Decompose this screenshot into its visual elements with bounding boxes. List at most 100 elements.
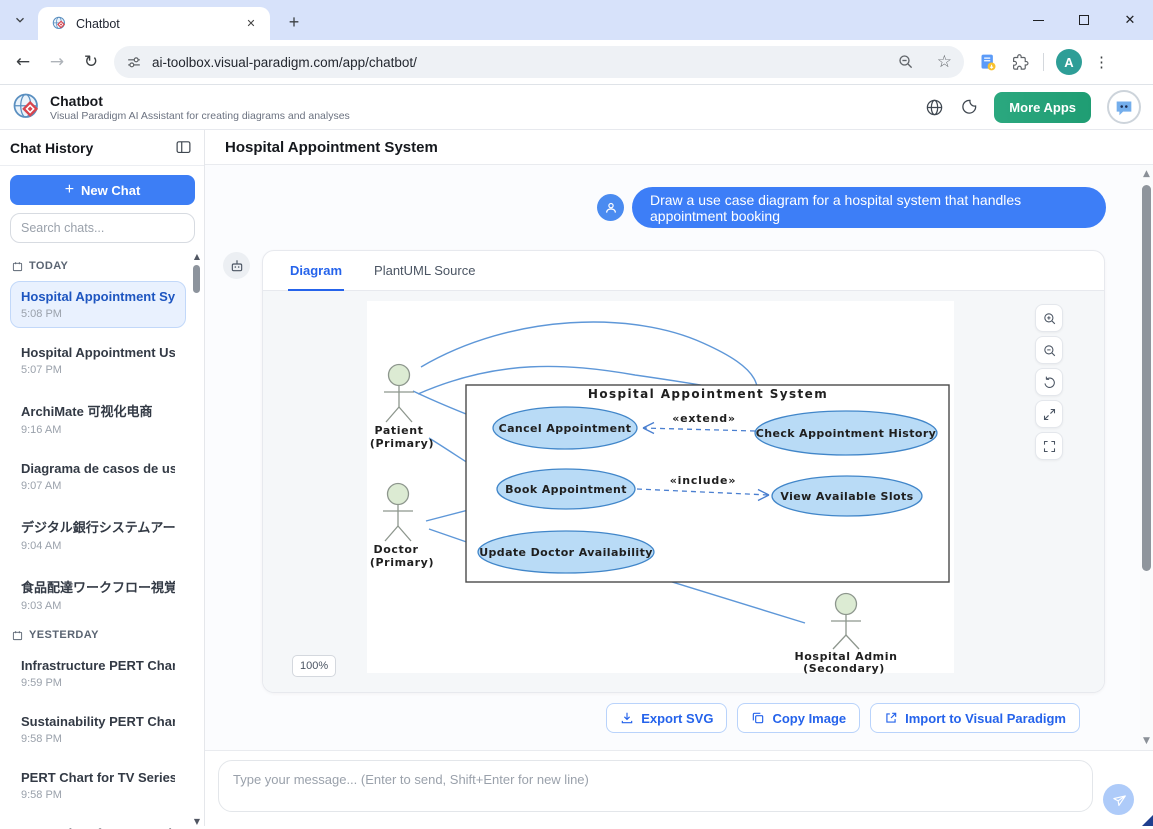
- bot-avatar: [223, 252, 250, 279]
- chat-history-item[interactable]: Hospital Appointment Use C... 5:07 PM: [10, 337, 186, 384]
- copy-icon: [751, 711, 765, 725]
- scroll-down-icon[interactable]: ▼: [192, 817, 202, 826]
- zoom-in-button[interactable]: [1035, 304, 1063, 332]
- import-to-visual-paradigm-button[interactable]: Import to Visual Paradigm: [870, 703, 1080, 733]
- message-input-bar: [205, 750, 1153, 826]
- chat-history-item[interactable]: Infrastructure PERT Chart 9:59 PM: [10, 650, 186, 697]
- section-label-today: TODAY: [12, 260, 186, 272]
- zoom-level-badge[interactable]: 100%: [292, 655, 336, 677]
- browser-toolbar: ← → ↻ ai-toolbox.visual-paradigm.com/app…: [0, 40, 1153, 85]
- include-label: «include»: [670, 474, 736, 487]
- tab-bar: Diagram PlantUML Source: [263, 251, 1104, 291]
- scroll-down-icon[interactable]: ▼: [1140, 736, 1153, 746]
- main-content: Hospital Appointment System Draw a use c…: [205, 130, 1153, 826]
- app-header: Chatbot Visual Paradigm AI Assistant for…: [0, 85, 1153, 130]
- tab-diagram[interactable]: Diagram: [288, 263, 344, 290]
- window-minimize-button[interactable]: [1015, 0, 1061, 40]
- person-icon: [603, 200, 619, 216]
- robot-icon: [229, 258, 245, 274]
- chat-history-item[interactable]: ArchiMate 可视化电商 9:16 AM: [10, 393, 186, 444]
- search-chats-input[interactable]: [10, 213, 195, 243]
- tab-title: Chatbot: [76, 17, 242, 31]
- window-maximize-button[interactable]: [1061, 0, 1107, 40]
- chat-area: Draw a use case diagram for a hospital s…: [205, 165, 1153, 750]
- dark-mode-moon-icon[interactable]: [960, 98, 978, 116]
- reading-list-icon[interactable]: [978, 52, 999, 73]
- chat-history-list: TODAY Hospital Appointment System 5:08 P…: [0, 249, 204, 829]
- export-svg-button[interactable]: Export SVG: [606, 703, 727, 733]
- new-chat-button[interactable]: + New Chat: [10, 175, 195, 205]
- external-link-icon: [884, 711, 898, 725]
- svg-text:View Available Slots: View Available Slots: [780, 490, 913, 503]
- more-apps-button[interactable]: More Apps: [994, 92, 1091, 123]
- send-button[interactable]: [1103, 784, 1134, 815]
- copy-image-button[interactable]: Copy Image: [737, 703, 860, 733]
- section-label-yesterday: YESTERDAY: [12, 629, 186, 641]
- use-case-diagram: Hospital Appointment System Cancel Appoi…: [263, 291, 1105, 691]
- chat-history-item[interactable]: PERT Chart for TV Series 9:58 PM: [10, 762, 186, 809]
- visual-paradigm-logo: [12, 92, 42, 122]
- back-button[interactable]: ←: [6, 52, 40, 72]
- browser-tabstrip: Chatbot ✕ + ✕: [0, 0, 1153, 40]
- scroll-up-icon[interactable]: ▲: [1140, 169, 1153, 179]
- chat-history-item[interactable]: Hospital Appointment System 5:08 PM: [10, 281, 186, 328]
- system-boundary-title: Hospital Appointment System: [588, 387, 828, 401]
- window-resize-grip[interactable]: [1142, 815, 1153, 826]
- plus-icon: +: [65, 181, 74, 199]
- download-icon: [620, 711, 634, 725]
- sidebar: Chat History + New Chat TODAY Hospital A…: [0, 130, 205, 826]
- sidebar-scrollbar-thumb[interactable]: [193, 265, 200, 293]
- bookmark-star-icon[interactable]: ☆: [937, 52, 952, 72]
- svg-text:(Primary): (Primary): [370, 437, 434, 450]
- svg-text:Cancel Appointment: Cancel Appointment: [499, 422, 632, 435]
- chat-bot-icon: [1113, 96, 1135, 118]
- fullscreen-icon: [1042, 439, 1057, 454]
- page-title: Hospital Appointment System: [225, 139, 438, 156]
- user-avatar: [597, 194, 624, 221]
- tab-close-icon[interactable]: ✕: [242, 15, 260, 33]
- url-text[interactable]: ai-toolbox.visual-paradigm.com/app/chatb…: [152, 55, 897, 70]
- svg-text:Patient: Patient: [375, 424, 424, 437]
- reset-view-button[interactable]: [1035, 368, 1063, 396]
- chat-history-item[interactable]: デジタル銀行システムアーキ... 9:04 AM: [10, 509, 186, 560]
- profile-avatar[interactable]: A: [1056, 49, 1082, 75]
- toolbar-divider: [1043, 53, 1044, 71]
- forward-button[interactable]: →: [40, 52, 74, 72]
- svg-text:Update Doctor Availability: Update Doctor Availability: [479, 546, 653, 559]
- fullscreen-button[interactable]: [1035, 432, 1063, 460]
- zoom-indicator-icon[interactable]: [897, 53, 915, 71]
- chat-history-item[interactable]: Sustainability PERT Chart 9:58 PM: [10, 706, 186, 753]
- maximize-icon: [1079, 15, 1089, 25]
- chat-history-item[interactable]: 食品配達ワークフロー視覚化 9:03 AM: [10, 569, 186, 620]
- address-bar[interactable]: ai-toolbox.visual-paradigm.com/app/chatb…: [114, 46, 964, 78]
- svg-text:Book Appointment: Book Appointment: [505, 483, 627, 496]
- tab-search-button[interactable]: [9, 9, 31, 31]
- expand-button[interactable]: [1035, 400, 1063, 428]
- zoom-out-icon: [1042, 343, 1057, 358]
- extensions-icon[interactable]: [1011, 52, 1031, 72]
- window-close-button[interactable]: ✕: [1107, 0, 1153, 40]
- browser-menu-button[interactable]: ⋮: [1094, 53, 1109, 71]
- scroll-up-icon[interactable]: ▲: [192, 252, 202, 261]
- new-tab-button[interactable]: +: [280, 8, 308, 36]
- chat-scrollbar-thumb[interactable]: [1142, 185, 1151, 571]
- site-settings-icon[interactable]: [126, 54, 142, 70]
- reload-button[interactable]: ↻: [74, 52, 108, 72]
- reset-rotate-icon: [1042, 375, 1057, 390]
- minimize-icon: [1033, 20, 1044, 21]
- language-globe-icon[interactable]: [925, 98, 944, 117]
- svg-text:(Primary): (Primary): [370, 556, 434, 569]
- chat-history-item[interactable]: Diagrama de casos de uso bi... 9:07 AM: [10, 453, 186, 500]
- visual-paradigm-favicon: [52, 16, 67, 31]
- assistant-avatar[interactable]: [1107, 90, 1141, 124]
- zoom-out-button[interactable]: [1035, 336, 1063, 364]
- chat-history-item[interactable]: PERT Chart for Research Proj... 9:58 PM: [10, 818, 186, 829]
- sidebar-scrollbar[interactable]: ▲ ▼: [191, 249, 203, 829]
- diagram-viewport[interactable]: Hospital Appointment System Cancel Appoi…: [263, 291, 1104, 693]
- calendar-icon: [12, 630, 23, 641]
- message-input[interactable]: [218, 760, 1093, 812]
- chat-scrollbar[interactable]: ▲ ▼: [1140, 165, 1153, 750]
- collapse-panel-icon[interactable]: [175, 139, 192, 156]
- browser-tab-chatbot[interactable]: Chatbot ✕: [38, 7, 270, 40]
- tab-plantuml-source[interactable]: PlantUML Source: [372, 263, 477, 290]
